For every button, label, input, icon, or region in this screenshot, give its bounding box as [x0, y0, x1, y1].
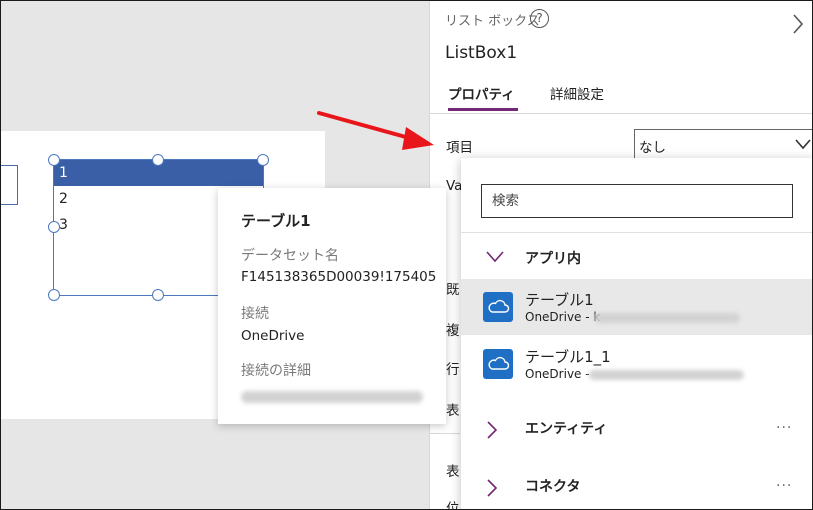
annotation-arrow-icon [317, 111, 434, 150]
app-window: 1 2 3 リスト ボックス ? ListBox1 プロパティ 詳細設定 項目 … [0, 0, 813, 510]
